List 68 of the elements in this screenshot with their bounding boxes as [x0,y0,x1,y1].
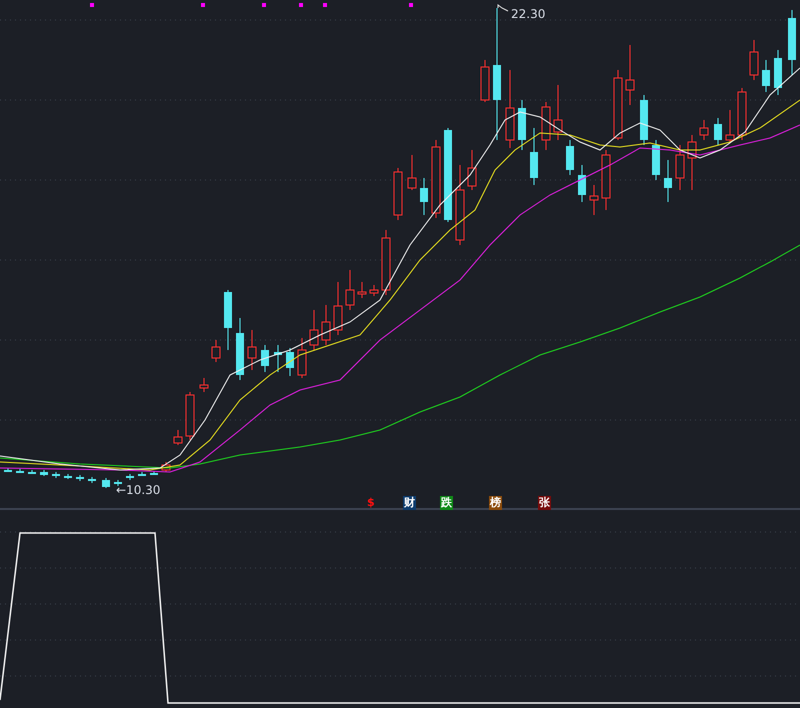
candlestick [224,290,232,350]
candlestick [750,40,758,80]
signal-tag: 张 [538,496,551,510]
candlestick [542,102,550,150]
candlestick [382,230,390,296]
candlestick [298,338,306,378]
candlestick [714,118,722,146]
candlestick [554,84,562,140]
candlestick [52,472,60,478]
candlestick [676,144,684,190]
candlestick [590,184,598,216]
candlestick [726,110,734,142]
candlestick [200,378,208,392]
candlestick [88,476,96,484]
candlestick [322,304,330,346]
candlestick [150,470,158,476]
candlestick [518,100,526,150]
signal-tag: 跌 [440,496,453,510]
candlestick [688,134,696,190]
candlestick [602,150,610,210]
candlestick [738,88,746,140]
candlestick [664,160,672,202]
candlestick [762,60,770,92]
candlestick [346,270,354,310]
candlestick [468,150,476,190]
candlestick [28,470,36,474]
candlestick [186,392,194,440]
candlestick [788,10,796,76]
candlestick [774,50,782,96]
candlestick [652,140,660,180]
high-price-label: 22.30 [511,7,546,21]
candlestick [334,282,342,336]
candlestick [408,154,416,190]
candlestick [640,94,648,146]
candlestick [248,330,256,370]
candlestick [64,474,72,480]
candlestick [480,60,490,102]
candlestick [114,480,122,486]
candlestick [162,462,170,472]
candlestick [286,348,294,376]
candlestick [76,474,84,482]
signal-tag: 财 [403,496,416,510]
candlestick [626,44,634,106]
candlestick [174,430,182,446]
candlestick [40,470,48,476]
candlestick [566,140,574,176]
candlestick [614,70,622,140]
candlestick [126,474,134,480]
candlestick [310,310,318,350]
candlestick [236,318,244,380]
candlestick [700,120,708,140]
candlestick [4,468,12,472]
candlestick [578,164,586,202]
candlestick [16,468,24,474]
signal-tag: 榜 [489,496,502,510]
candlestick [394,168,402,220]
candlestick [420,178,428,216]
signal-tag: $ [366,496,376,510]
candlestick [261,344,269,372]
candlestick [358,282,366,298]
candlestick [274,344,282,372]
candlestick [138,472,146,476]
candlestick [370,284,378,296]
leader-line [498,4,508,12]
candlestick [102,478,110,488]
low-price-label: ←10.30 [116,483,160,497]
candlestick [212,340,220,362]
candlestick [530,128,538,186]
